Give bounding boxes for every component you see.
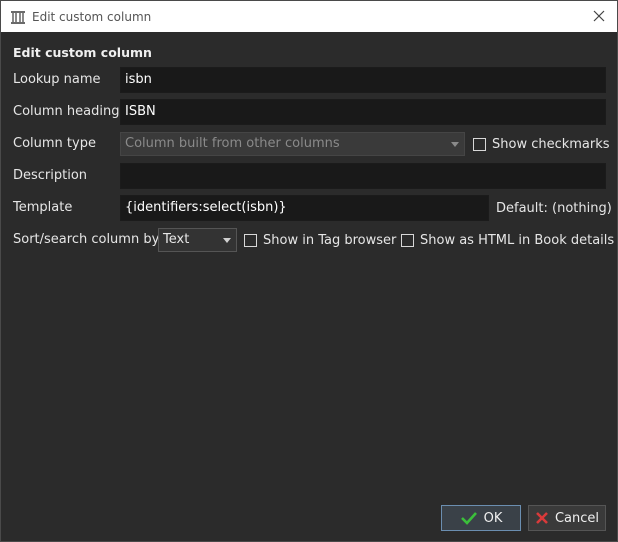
lookup-name-label: Lookup name — [13, 72, 101, 87]
lookup-name-input[interactable]: isbn — [120, 67, 606, 93]
template-input[interactable]: {identifiers:select(isbn)} — [120, 195, 489, 221]
close-icon[interactable] — [591, 8, 607, 24]
checkmark-icon — [460, 512, 477, 525]
show-checkmarks-checkbox[interactable]: Show checkmarks — [473, 137, 610, 152]
template-label: Template — [13, 200, 73, 215]
description-label: Description — [13, 168, 88, 183]
edit-custom-column-dialog: Edit custom column Edit custom column Lo… — [0, 0, 618, 542]
column-type-label: Column type — [13, 136, 96, 151]
cancel-button[interactable]: Cancel — [528, 505, 606, 531]
sort-search-select[interactable]: Text — [158, 228, 237, 252]
show-as-html-label: Show as HTML in Book details — [420, 233, 615, 248]
description-input[interactable] — [120, 163, 606, 189]
show-in-tag-browser-checkbox[interactable]: Show in Tag browser — [244, 233, 396, 248]
chevron-down-icon — [223, 238, 231, 243]
title-bar: Edit custom column — [1, 1, 617, 32]
default-value-label: Default: (nothing) — [496, 201, 612, 216]
column-heading-label: Column heading — [13, 104, 120, 119]
checkbox-icon[interactable] — [473, 138, 486, 151]
column-heading-input[interactable]: ISBN — [120, 99, 606, 125]
sort-search-value: Text — [163, 232, 190, 247]
column-type-value: Column built from other columns — [125, 136, 340, 151]
show-checkmarks-label: Show checkmarks — [492, 137, 610, 152]
column-type-select: Column built from other columns — [120, 132, 465, 156]
sort-search-label: Sort/search column by — [13, 232, 160, 247]
ok-button-label: OK — [483, 510, 503, 526]
cancel-x-icon — [536, 512, 548, 524]
checkbox-icon[interactable] — [244, 234, 257, 247]
cancel-button-label: Cancel — [554, 510, 600, 526]
dialog-heading: Edit custom column — [13, 45, 152, 60]
checkbox-icon[interactable] — [401, 234, 414, 247]
show-as-html-checkbox[interactable]: Show as HTML in Book details — [401, 233, 614, 248]
ok-button[interactable]: OK — [441, 505, 521, 531]
calibre-app-icon — [11, 10, 25, 24]
show-in-tag-browser-label: Show in Tag browser — [263, 233, 397, 248]
chevron-down-icon — [451, 142, 459, 147]
window-title: Edit custom column — [32, 9, 152, 24]
